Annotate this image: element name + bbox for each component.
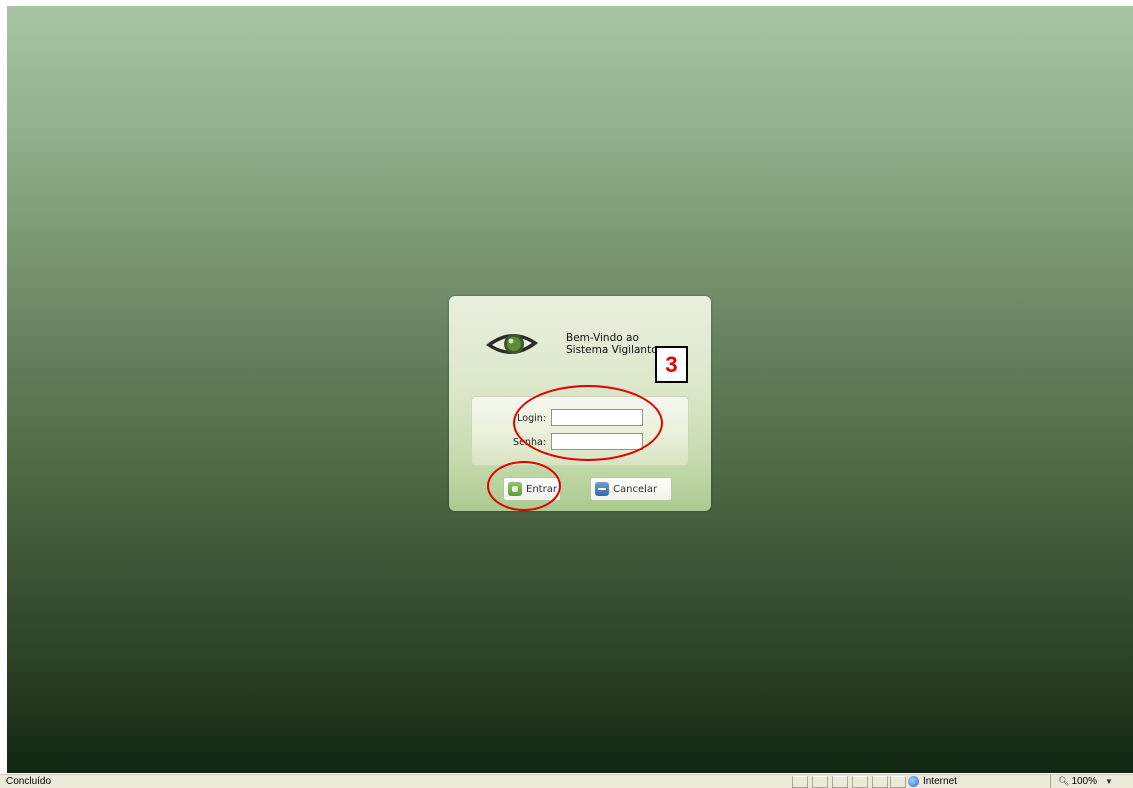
zoom-level: 100% [1071, 776, 1098, 787]
globe-icon [908, 776, 919, 787]
login-input[interactable] [551, 409, 643, 426]
status-panel [792, 776, 808, 788]
status-bar: Concluído Internet 🔍︎ 100% ▼ [0, 774, 1133, 788]
status-panel [872, 776, 888, 788]
login-dialog: Bem-Vindo ao Sistema Vigilanto Login: Se… [449, 296, 711, 511]
cancelar-label: Cancelar [613, 483, 658, 495]
magnifier-icon: 🔍︎ [1058, 776, 1070, 786]
status-panel [852, 776, 868, 788]
system-name: Sistema Vigilanto [566, 344, 658, 356]
eye-icon [486, 333, 538, 355]
status-panel [812, 776, 828, 788]
chevron-down-icon[interactable]: ▼ [1105, 777, 1113, 786]
senha-input[interactable] [551, 433, 643, 450]
login-form: Login: Senha: [471, 396, 689, 466]
status-text: Concluído [6, 776, 52, 787]
cancel-icon [595, 482, 609, 496]
enter-icon [508, 482, 522, 496]
status-panel [832, 776, 848, 788]
status-separator [1050, 775, 1051, 788]
entrar-label: Entrar [526, 483, 557, 495]
cancelar-button[interactable]: Cancelar [590, 477, 672, 501]
security-zone[interactable]: Internet [908, 775, 957, 788]
zone-label: Internet [923, 776, 957, 787]
login-label: Login: [517, 413, 546, 424]
entrar-button[interactable]: Entrar [503, 477, 561, 501]
welcome-title: Bem-Vindo ao [566, 332, 639, 344]
browser-viewport: Bem-Vindo ao Sistema Vigilanto Login: Se… [7, 6, 1133, 773]
senha-label: Senha: [513, 437, 546, 448]
status-panel [890, 776, 906, 788]
zoom-control[interactable]: 🔍︎ 100% ▼ [1058, 775, 1113, 788]
step-number-badge: 3 [655, 346, 688, 383]
